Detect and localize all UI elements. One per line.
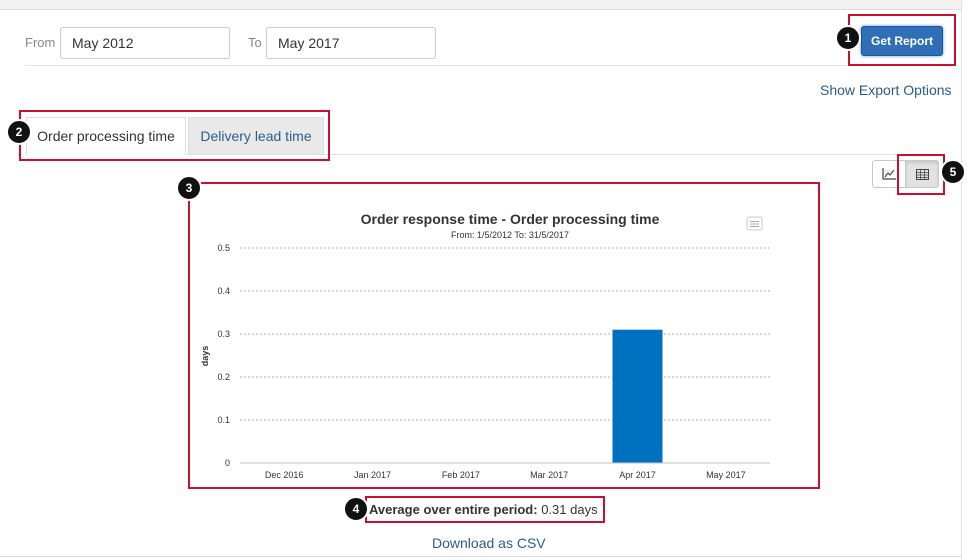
x-tick-label: May 2017: [706, 470, 746, 480]
annotation-marker-4: 4: [343, 496, 369, 522]
filters-divider: [25, 65, 945, 66]
to-label: To: [248, 35, 262, 50]
y-tick-label: 0.3: [217, 329, 230, 339]
from-label: From: [25, 35, 56, 50]
view-toggle: [872, 160, 942, 188]
annotation-marker-1: 1: [835, 25, 861, 51]
chart-title: Order response time - Order processing t…: [361, 211, 660, 227]
right-border: [961, 0, 962, 560]
average-value: 0.31 days: [541, 502, 598, 517]
from-date-input[interactable]: [60, 27, 230, 59]
chart-view-button[interactable]: [872, 160, 906, 188]
get-report-button[interactable]: Get Report: [861, 26, 943, 56]
average-label: Average over entire period:: [369, 502, 538, 517]
x-tick-label: Mar 2017: [530, 470, 568, 480]
annotation-marker-3: 3: [176, 175, 202, 201]
y-tick-label: 0.5: [217, 243, 230, 253]
bar-apr-2017: [612, 329, 663, 463]
order-response-chart: Order response time - Order processing t…: [200, 211, 770, 480]
y-tick-label: 0.2: [217, 372, 230, 382]
tab-order-processing-time[interactable]: Order processing time: [26, 117, 186, 155]
chart-icon: [882, 168, 896, 180]
x-tick-label: Dec 2016: [265, 470, 304, 480]
download-csv-link[interactable]: Download as CSV: [432, 535, 546, 551]
annotation-marker-2: 2: [6, 119, 32, 145]
y-axis-label: days: [200, 346, 210, 367]
x-tick-label: Feb 2017: [442, 470, 480, 480]
to-date-input[interactable]: [266, 27, 436, 59]
tab-delivery-lead-time[interactable]: Delivery lead time: [188, 117, 324, 155]
y-tick-label: 0: [225, 458, 230, 468]
x-tick-label: Jan 2017: [354, 470, 391, 480]
x-tick-label: Apr 2017: [619, 470, 656, 480]
table-icon: [915, 168, 929, 180]
y-tick-label: 0.1: [217, 415, 230, 425]
y-tick-label: 0.4: [217, 286, 230, 296]
chart-subtitle: From: 1/5/2012 To: 31/5/2017: [451, 230, 569, 240]
annotation-marker-5: 5: [940, 159, 966, 185]
table-view-button[interactable]: [905, 160, 939, 188]
context-menu-icon[interactable]: [746, 216, 763, 231]
show-export-options-link[interactable]: Show Export Options: [820, 82, 952, 98]
bottom-divider: [0, 556, 962, 557]
top-bar: [0, 0, 962, 10]
average-summary: Average over entire period: 0.31 days: [369, 502, 598, 517]
